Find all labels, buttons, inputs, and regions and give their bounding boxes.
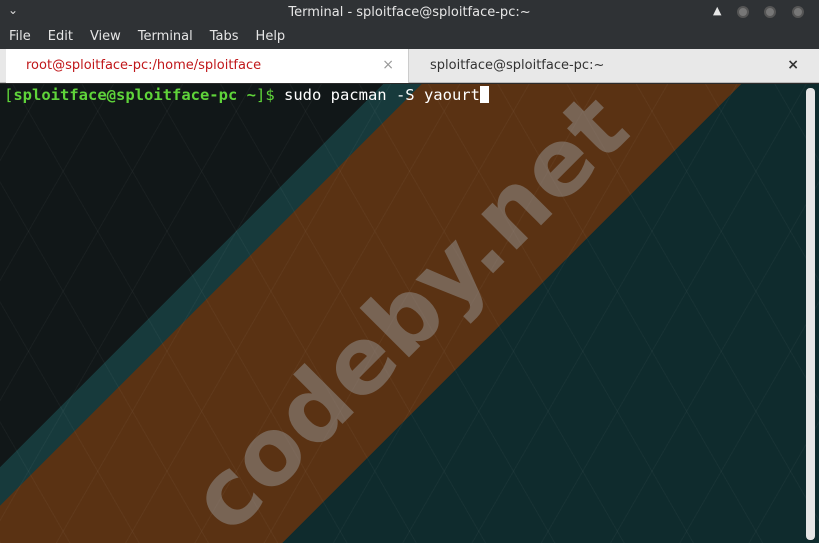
watermark: codeby.net [170,84,649,543]
tab-sploitface[interactable]: sploitface@sploitface-pc:~ × [410,49,813,83]
tab-root[interactable]: root@sploitface-pc:/home/sploitface × [6,49,409,83]
title-bar: ⌄ Terminal - sploitface@sploitface-pc:~ … [0,0,819,25]
watermark-layer: codeby.net [170,84,649,543]
cursor [479,86,489,103]
menu-terminal[interactable]: Terminal [129,25,201,49]
tab-bar: root@sploitface-pc:/home/sploitface × spl… [0,49,819,83]
command-text: sudo pacman -S yaourt [274,86,480,104]
menu-file[interactable]: File [0,25,39,49]
prompt-line: [sploitface@sploitface-pc ~]$ sudo pacma… [4,86,489,104]
prompt-user-host: sploitface@sploitface-pc [13,86,238,104]
menu-view[interactable]: View [81,25,129,49]
maximize-button[interactable] [764,6,776,18]
close-tab-icon[interactable]: × [382,57,394,73]
menu-tabs[interactable]: Tabs [201,25,247,49]
menu-help[interactable]: Help [247,25,294,49]
menu-edit[interactable]: Edit [39,25,81,49]
close-button[interactable] [792,6,804,18]
minimize-button[interactable] [737,6,749,18]
tab-label: root@sploitface-pc:/home/sploitface [26,58,262,73]
window-title: Terminal - sploitface@sploitface-pc:~ [288,5,531,20]
shade-icon[interactable]: ▲ [713,4,721,17]
menu-bar: File Edit View Terminal Tabs Help [0,25,819,49]
close-tab-icon[interactable]: × [787,57,799,73]
tab-label: sploitface@sploitface-pc:~ [430,58,605,73]
scrollbar[interactable] [806,88,815,540]
terminal-area[interactable]: codeby.net [sploitface@sploitface-pc ~]$… [0,84,819,543]
